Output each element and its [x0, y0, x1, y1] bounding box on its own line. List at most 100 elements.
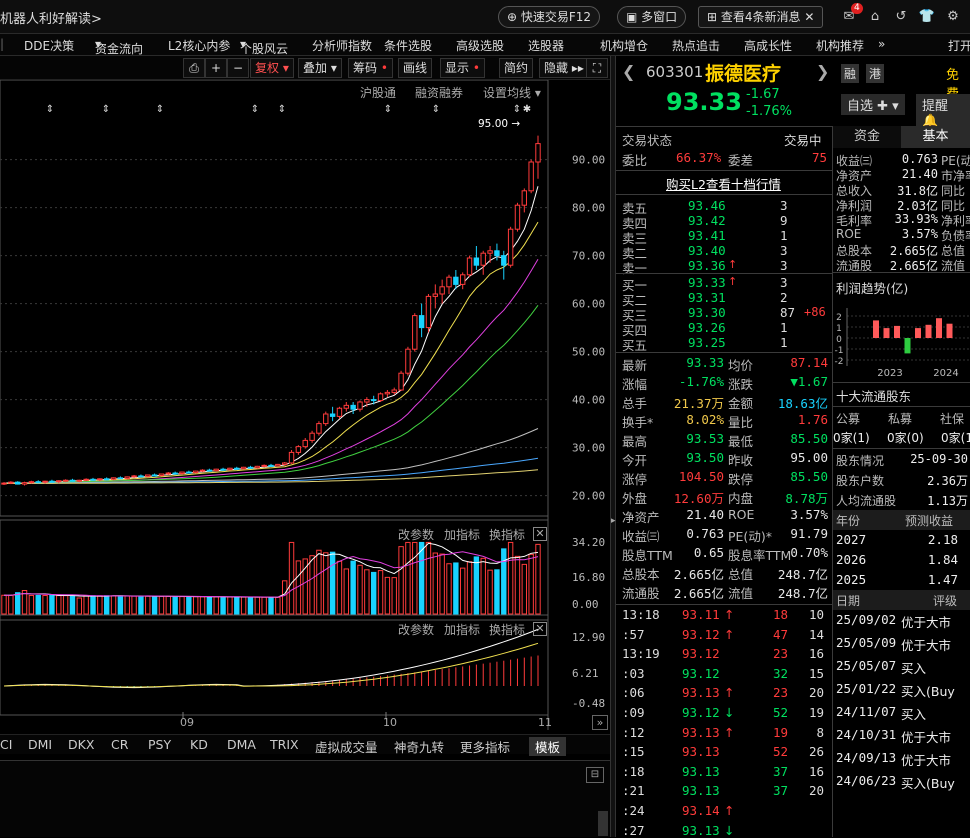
- eps-year: 2027: [836, 532, 867, 547]
- tab-td9[interactable]: 神奇九转: [394, 737, 444, 756]
- vol-close-icon[interactable]: ✕: [533, 527, 547, 541]
- scroll-right-icon[interactable]: »: [592, 715, 608, 730]
- bid-volume: 1: [780, 335, 788, 350]
- down-arrow-icon: ↓: [724, 822, 735, 838]
- close-icon[interactable]: ✕: [804, 10, 814, 24]
- collapse-icon[interactable]: ⊟: [586, 767, 604, 783]
- ask-price: 93.36: [688, 258, 726, 273]
- tab-template[interactable]: 模板: [529, 737, 567, 756]
- menu-inst-increase[interactable]: 机构增仓: [600, 37, 648, 54]
- volume-bar: [124, 595, 130, 615]
- zoom-out-icon[interactable]: −: [227, 58, 249, 78]
- candle-body: [192, 470, 199, 474]
- stat-label: 收益㈢: [622, 529, 660, 544]
- menu-l2[interactable]: L2核心内参: [168, 37, 230, 54]
- scrollbar-thumb[interactable]: [598, 811, 608, 836]
- stat-value: 12.60万: [673, 491, 724, 506]
- candle-body: [247, 466, 254, 469]
- settings-icon[interactable]: ⚙: [944, 8, 962, 26]
- tab-fund[interactable]: 资金: [833, 126, 901, 148]
- macd-params-link[interactable]: 改参数: [398, 621, 434, 638]
- tick-count: 10: [808, 607, 824, 622]
- holders-info-value: 25-09-30: [910, 452, 968, 466]
- vol-params-link[interactable]: 改参数: [398, 526, 434, 543]
- alert-button[interactable]: 提醒 🔔: [916, 94, 970, 130]
- menu-inst-recommend[interactable]: 机构推荐: [816, 37, 864, 54]
- tab-cci[interactable]: CI: [0, 737, 12, 752]
- margin-trading-link[interactable]: 融资融券: [415, 84, 463, 101]
- volume-bar: [453, 562, 459, 615]
- macd-dif-line: [3, 628, 539, 689]
- ma-settings-link[interactable]: 设置均线 ▾: [483, 84, 541, 101]
- draw-line-button[interactable]: 画线: [398, 58, 433, 78]
- menu-screener[interactable]: 选股器: [528, 37, 564, 54]
- tab-cr[interactable]: CR: [111, 737, 128, 752]
- stat-value: 93.50: [686, 450, 724, 465]
- tab-dma[interactable]: DMA: [227, 737, 256, 752]
- hgt-link[interactable]: 沪股通: [360, 84, 396, 101]
- skin-icon[interactable]: 👕: [918, 8, 936, 26]
- menu-hotspot[interactable]: 热点追击: [672, 37, 720, 54]
- lock-icon[interactable]: ⎙: [183, 58, 205, 78]
- bid-price: 93.26: [688, 320, 726, 335]
- volume-bar: [186, 596, 192, 615]
- menu-advanced[interactable]: 高级选股: [456, 37, 504, 54]
- fuquan-dropdown[interactable]: 复权 ▾: [250, 58, 294, 78]
- tab-dmi[interactable]: DMI: [28, 737, 52, 752]
- zoom-in-icon[interactable]: +: [205, 58, 227, 78]
- hide-button[interactable]: 隐藏 ▸▸: [539, 58, 589, 78]
- tab-virtual-volume[interactable]: 虚拟成交量: [315, 737, 378, 756]
- add-watchlist-button[interactable]: 自选 ✚ ▾: [841, 94, 905, 115]
- kline-chart-area[interactable]: ⇕ ⇕ ⇕ ⇕ ⇕ ⇕ ⇕ ⇕ ✱ 90.00 80.00 70.00 60.00 50.00 40.00…: [0, 79, 610, 730]
- last-price: 93.33: [666, 88, 742, 116]
- menu-fund-flow[interactable]: 资金流向 ▾: [95, 37, 143, 56]
- price-change-pct: -1.76%: [746, 104, 792, 119]
- macd-add-link[interactable]: 加指标: [444, 621, 480, 638]
- news-headline-link[interactable]: 机器人利好解读>: [0, 8, 102, 27]
- tick-time: :24: [622, 803, 645, 818]
- menu-more-icon[interactable]: »: [878, 37, 885, 51]
- home-icon[interactable]: ⌂: [866, 8, 884, 26]
- event-marker-icon: ⇕: [384, 104, 392, 115]
- quick-trade-button[interactable]: ⊕ 快速交易F12: [498, 6, 601, 28]
- menu-growth[interactable]: 高成长性: [744, 37, 792, 54]
- f10-value: 3.57%: [901, 227, 938, 241]
- price-axis-label: 60.00: [572, 298, 605, 311]
- messages-button[interactable]: ⊞ 查看4条新消息 ✕: [698, 6, 824, 28]
- next-stock-icon[interactable]: ❯: [816, 62, 829, 81]
- simple-button[interactable]: 简约: [499, 58, 534, 78]
- tab-trix[interactable]: TRIX: [270, 737, 299, 752]
- vol-change-link[interactable]: 换指标: [489, 526, 525, 543]
- tab-kd[interactable]: KD: [190, 737, 208, 752]
- macd-close-icon[interactable]: ✕: [533, 622, 547, 636]
- candle-body: [138, 475, 144, 478]
- macd-change-link[interactable]: 换指标: [489, 621, 525, 638]
- volume-bar: [145, 595, 151, 615]
- display-dropdown[interactable]: 显示 •: [440, 58, 485, 78]
- moving-average-line: [3, 258, 539, 484]
- indicator-tabs: CI DMI DKX CR PSY KD DMA TRIX 虚拟成交量 神奇九转…: [0, 734, 610, 756]
- volume-bar: [501, 548, 507, 615]
- prev-stock-icon[interactable]: ❮: [622, 62, 635, 81]
- tab-more-indicators[interactable]: 更多指标: [460, 737, 510, 756]
- candle-body: [117, 477, 124, 480]
- menu-open[interactable]: 打开: [948, 37, 970, 54]
- chips-button[interactable]: 筹码 •: [348, 58, 393, 78]
- fullscreen-icon[interactable]: ⛶: [586, 58, 608, 78]
- tab-dkx[interactable]: DKX: [68, 737, 94, 752]
- menu-stock-news[interactable]: 个股风云 ▾: [240, 37, 288, 56]
- l2-purchase-link[interactable]: 购买L2查看十档行情: [666, 174, 781, 192]
- event-marker-icon: ⇕: [278, 104, 286, 115]
- tick-price: 93.13: [682, 763, 720, 779]
- menu-analyst[interactable]: 分析师指数: [312, 37, 372, 54]
- candle-body: [343, 404, 350, 409]
- multi-window-button[interactable]: ▣ 多窗口: [617, 6, 687, 28]
- menu-dde[interactable]: DDE决策: [24, 37, 74, 54]
- tab-basic[interactable]: 基本: [901, 126, 970, 148]
- back-icon[interactable]: ↺: [892, 8, 910, 26]
- menu-condition[interactable]: 条件选股: [384, 37, 432, 54]
- vol-add-link[interactable]: 加指标: [444, 526, 480, 543]
- overlay-dropdown[interactable]: 叠加 ▾: [298, 58, 342, 78]
- tab-psy[interactable]: PSY: [148, 737, 171, 752]
- tick-price: 93.13: [682, 822, 720, 838]
